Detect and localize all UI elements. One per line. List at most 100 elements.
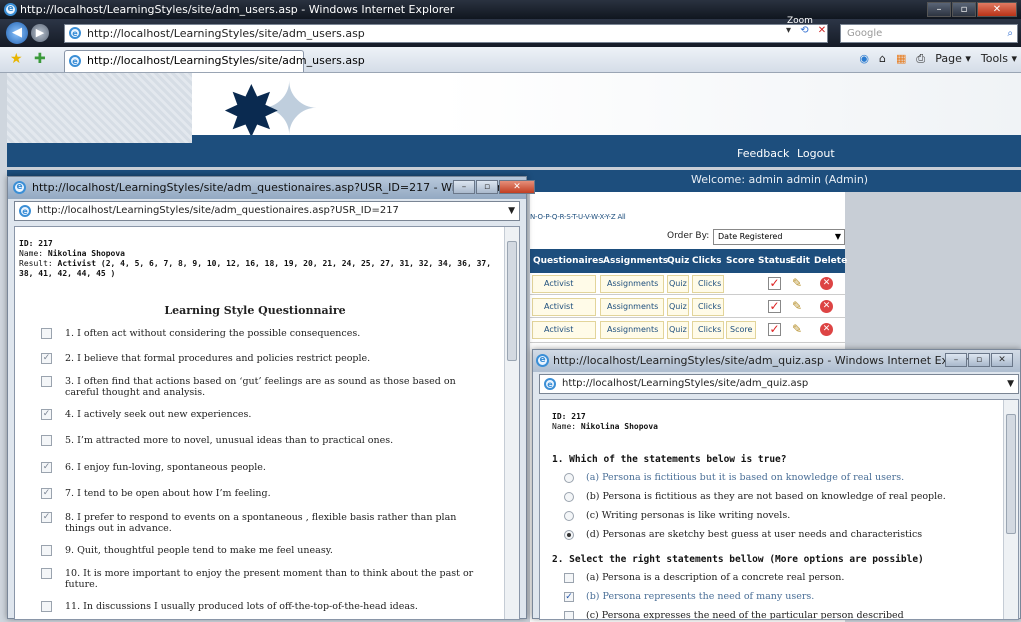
status-checkbox[interactable]: ✓ — [768, 300, 781, 313]
col-status: Status — [758, 256, 791, 266]
stop-icon[interactable]: ✕ — [818, 25, 826, 36]
col-clicks: Clicks — [692, 256, 722, 266]
question-text: 8. I prefer to respond to events on a sp… — [65, 512, 457, 534]
back-button[interactable]: ◀ — [6, 22, 28, 44]
rss-icon[interactable]: ◉ — [859, 52, 869, 66]
maximize-button[interactable]: ▫ — [968, 353, 990, 367]
id-label: ID: — [19, 239, 34, 248]
add-favorite-icon[interactable]: ✚ — [34, 51, 46, 67]
question-checkbox[interactable] — [41, 435, 52, 446]
clicks-link[interactable]: Clicks — [698, 325, 721, 334]
minimize-button[interactable]: – — [927, 2, 951, 17]
popup2-address-bar[interactable]: e http://localhost/LearningStyles/site/a… — [539, 374, 1019, 394]
score-link[interactable]: Score — [730, 325, 752, 334]
question-checkbox[interactable]: ✓ — [41, 462, 52, 473]
scroll-thumb[interactable] — [507, 241, 517, 361]
page-icon: e — [19, 205, 31, 217]
option-radio[interactable] — [564, 492, 574, 502]
popup2-title: http://localhost/LearningStyles/site/adm… — [553, 354, 981, 367]
minimize-button[interactable]: – — [945, 353, 967, 367]
user-meta: ID: 217 Name: Nikolina Shopova — [552, 412, 658, 432]
delete-icon[interactable]: ✕ — [820, 300, 833, 313]
logout-link[interactable]: Logout — [797, 147, 835, 160]
questionnaire-scrollbar[interactable] — [504, 227, 519, 619]
option-checkbox[interactable]: ✓ — [564, 592, 574, 602]
question-text: 9. Quit, thoughtful people tend to make … — [65, 545, 333, 556]
name-value: Nikolina Shopova — [47, 249, 125, 258]
page-menu[interactable]: Page ▾ — [935, 52, 971, 66]
popup1-address: http://localhost/LearningStyles/site/adm… — [37, 205, 399, 216]
question-checkbox[interactable] — [41, 328, 52, 339]
question-checkbox[interactable] — [41, 545, 52, 556]
option-checkbox[interactable] — [564, 573, 574, 583]
col-assignments: Assignments — [603, 256, 669, 266]
status-checkbox[interactable]: ✓ — [768, 277, 781, 290]
popup1-address-bar[interactable]: e http://localhost/LearningStyles/site/a… — [14, 201, 520, 221]
delete-icon[interactable]: ✕ — [820, 323, 833, 336]
status-checkbox[interactable]: ✓ — [768, 323, 781, 336]
maximize-button[interactable]: ▫ — [476, 180, 498, 194]
tools-menu[interactable]: Tools ▾ — [981, 52, 1017, 66]
assignments-link[interactable]: Assignments — [607, 279, 658, 288]
dropdown-icon[interactable]: ▾ — [786, 25, 791, 36]
delete-icon[interactable]: ✕ — [820, 277, 833, 290]
quiz-link[interactable]: Quiz — [669, 302, 687, 311]
tab-page-icon: e — [69, 55, 81, 67]
questionaire-link[interactable]: Activist — [544, 302, 573, 311]
option-text: (d) Personas are sketchy best guess at u… — [586, 529, 923, 540]
question-checkbox[interactable] — [41, 601, 52, 612]
col-quiz: Quiz — [667, 256, 690, 266]
assignments-link[interactable]: Assignments — [607, 325, 658, 334]
result-label: Result: — [19, 259, 53, 268]
favorites-star-icon[interactable]: ★ — [10, 51, 23, 67]
edit-pencil-icon[interactable]: ✎ — [792, 276, 802, 290]
forward-button[interactable]: ▶ — [31, 24, 49, 42]
home-icon[interactable]: ⌂ — [879, 52, 886, 66]
maximize-button[interactable]: ▫ — [952, 2, 976, 17]
close-button[interactable]: ✕ — [977, 2, 1017, 17]
question-checkbox[interactable]: ✓ — [41, 409, 52, 420]
feeds-icon[interactable]: ▦ — [896, 52, 906, 66]
quiz-link[interactable]: Quiz — [669, 325, 687, 334]
option-radio[interactable] — [564, 473, 574, 483]
scroll-thumb[interactable] — [1006, 414, 1016, 534]
questionaire-link[interactable]: Activist — [544, 325, 573, 334]
refresh-icon[interactable]: ⟲ — [800, 25, 808, 36]
questionnaire-content: ID: 217 Name: Nikolina Shopova Result: A… — [14, 226, 520, 620]
print-icon[interactable]: ⎙ — [916, 52, 925, 66]
clicks-link[interactable]: Clicks — [698, 302, 721, 311]
minimize-button[interactable]: – — [453, 180, 475, 194]
feedback-link[interactable]: Feedback — [737, 147, 789, 160]
search-input[interactable]: Google ⌕ — [840, 24, 1018, 43]
question-checkbox[interactable] — [41, 376, 52, 387]
question-text: 2. I believe that formal procedures and … — [65, 353, 371, 364]
search-placeholder: Google — [847, 28, 883, 39]
question-checkbox[interactable]: ✓ — [41, 353, 52, 364]
order-select[interactable]: Date Registered ▼ — [713, 229, 845, 245]
quiz-link[interactable]: Quiz — [669, 279, 687, 288]
popup1-window-controls: – ▫ ✕ — [453, 180, 535, 194]
command-bar: ◉ ⌂ ▦ ⎙ Page ▾ Tools ▾ — [859, 52, 1017, 66]
clicks-link[interactable]: Clicks — [698, 279, 721, 288]
chevron-down-icon[interactable]: ▼ — [508, 202, 515, 220]
address-bar[interactable]: e http://localhost/LearningStyles/site/a… — [64, 24, 828, 43]
questionaire-link[interactable]: Activist — [544, 279, 573, 288]
option-radio[interactable] — [564, 530, 574, 540]
question-checkbox[interactable] — [41, 568, 52, 579]
close-button[interactable]: ✕ — [499, 180, 535, 194]
assignments-link[interactable]: Assignments — [607, 302, 658, 311]
option-radio[interactable] — [564, 511, 574, 521]
letter-filter[interactable]: N-O-P-Q-R-S-T-U-V-W-X-Y-Z All — [530, 213, 626, 221]
result-value: Activist (2, 4, 5, 6, 7, 8, 9, 10, 12, 1… — [19, 259, 492, 278]
page-icon: e — [69, 27, 81, 39]
edit-pencil-icon[interactable]: ✎ — [792, 299, 802, 313]
quiz-question-1: 1. Which of the statements below is true… — [552, 454, 787, 465]
question-checkbox[interactable]: ✓ — [41, 512, 52, 523]
search-icon[interactable]: ⌕ — [1007, 25, 1013, 42]
tab-label: http://localhost/LearningStyles/site/adm… — [87, 54, 365, 67]
chevron-down-icon[interactable]: ▼ — [1007, 375, 1014, 393]
edit-pencil-icon[interactable]: ✎ — [792, 322, 802, 336]
question-checkbox[interactable]: ✓ — [41, 488, 52, 499]
close-button[interactable]: ✕ — [991, 353, 1013, 367]
quiz-scrollbar[interactable] — [1003, 400, 1018, 619]
